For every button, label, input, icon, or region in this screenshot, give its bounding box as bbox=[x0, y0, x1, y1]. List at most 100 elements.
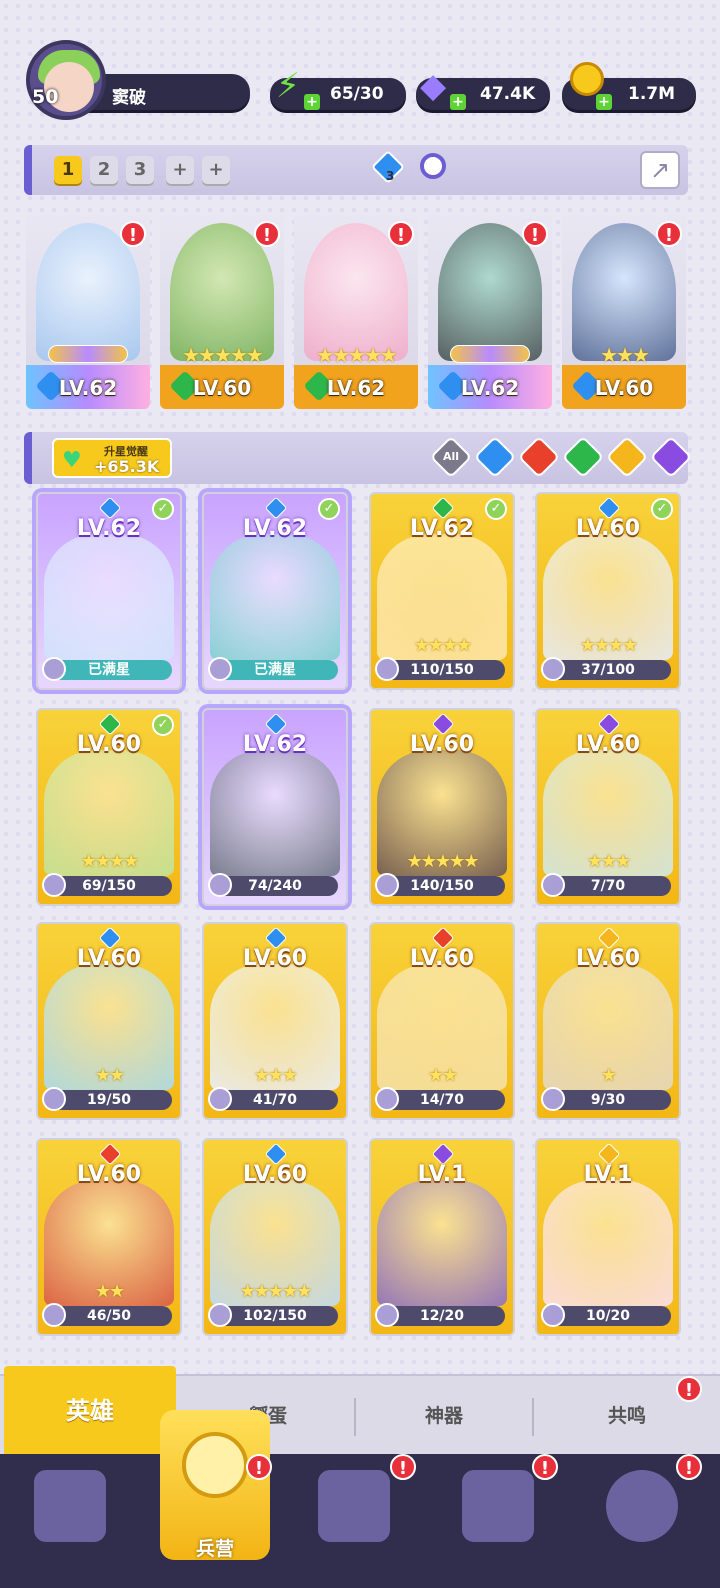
filter-water-icon[interactable] bbox=[473, 435, 517, 479]
team-slot-1[interactable]: 1 bbox=[54, 156, 82, 184]
hero-level: LV.60 bbox=[575, 732, 641, 757]
hero-card[interactable]: ✓ LV.62 已满星 bbox=[202, 492, 348, 690]
star-awaken-value: +65.3K bbox=[94, 457, 160, 476]
team-card[interactable]: ★★★★★ LV.60 ! bbox=[160, 213, 284, 409]
hero-stars: ★ bbox=[600, 1065, 617, 1086]
hero-card[interactable]: LV.1 12/20 bbox=[369, 1138, 515, 1336]
star-awaken-button[interactable]: ♥ 升星觉醒 +65.3K bbox=[52, 438, 172, 478]
awaken-wings-icon bbox=[48, 345, 128, 363]
hero-card[interactable]: LV.62 74/240 bbox=[202, 708, 348, 906]
hero-card[interactable]: LV.60 ★★★ 41/70 bbox=[202, 922, 348, 1120]
alert-icon: ! bbox=[532, 1454, 558, 1480]
hero-stars: ★★★ bbox=[253, 1065, 298, 1086]
energy-plus-icon[interactable]: + bbox=[304, 94, 320, 110]
hero-card[interactable]: LV.60 ★★ 14/70 bbox=[369, 922, 515, 1120]
hero-card[interactable]: ✓ LV.60 ★★★★ 37/100 bbox=[535, 492, 681, 690]
player-avatar[interactable] bbox=[26, 40, 106, 120]
team-card[interactable]: ★★★★★ LV.62 ! bbox=[294, 213, 418, 409]
star-progress-text: 12/20 bbox=[419, 1308, 465, 1324]
hero-stars: ★★ bbox=[427, 1065, 458, 1086]
team-element-count: 3 bbox=[386, 169, 395, 183]
hero-card[interactable]: LV.60 ★ 9/30 bbox=[535, 922, 681, 1120]
team-slot-add-1[interactable]: + bbox=[166, 156, 194, 184]
gems-plus-icon[interactable]: + bbox=[450, 94, 466, 110]
shard-icon bbox=[375, 1087, 399, 1111]
team-hero-level: LV.60 bbox=[192, 376, 252, 400]
nav-cards-icon[interactable] bbox=[34, 1470, 106, 1542]
shard-icon bbox=[541, 1087, 565, 1111]
star-progress-text: 19/50 bbox=[86, 1092, 132, 1108]
shard-icon bbox=[42, 657, 66, 681]
star-progress-bar: 7/70 bbox=[541, 873, 671, 897]
shard-icon bbox=[375, 1303, 399, 1327]
alert-icon: ! bbox=[522, 221, 548, 247]
star-progress-text: 41/70 bbox=[252, 1092, 298, 1108]
hero-level: LV.60 bbox=[575, 516, 641, 541]
alert-icon: ! bbox=[656, 221, 682, 247]
team-hero-level: LV.60 bbox=[594, 376, 654, 400]
hero-card[interactable]: LV.60 ★★ 19/50 bbox=[36, 922, 182, 1120]
gold-plus-icon[interactable]: + bbox=[596, 94, 612, 110]
star-progress-text: 110/150 bbox=[410, 662, 474, 678]
team-card[interactable]: ★★★ LV.60 ! bbox=[562, 213, 686, 409]
nav-map-icon[interactable] bbox=[318, 1470, 390, 1542]
star-progress-text: 69/150 bbox=[82, 878, 136, 894]
hero-card[interactable]: LV.60 ★★★ 7/70 bbox=[535, 708, 681, 906]
team-slot-2[interactable]: 2 bbox=[90, 156, 118, 184]
nav-guild-icon[interactable] bbox=[606, 1470, 678, 1542]
star-progress-bar: 110/150 bbox=[375, 657, 505, 681]
team-slot-add-2[interactable]: + bbox=[202, 156, 230, 184]
hero-level: LV.60 bbox=[242, 1162, 308, 1187]
star-progress-text: 140/150 bbox=[410, 878, 474, 894]
team-card[interactable]: LV.62 ! bbox=[26, 213, 150, 409]
nav-shrine-icon[interactable] bbox=[462, 1470, 534, 1542]
hero-card[interactable]: LV.60 ★★★★★ 140/150 bbox=[369, 708, 515, 906]
hero-level: LV.62 bbox=[409, 516, 475, 541]
hero-stars: ★★ bbox=[94, 1065, 125, 1086]
hero-level: LV.60 bbox=[76, 732, 142, 757]
hero-card[interactable]: ✓ LV.62 ★★★★ 110/150 bbox=[369, 492, 515, 690]
hero-portrait bbox=[210, 534, 340, 660]
team-hero-stars: ★★★★★ bbox=[182, 343, 264, 367]
hero-card[interactable]: LV.60 ★★ 46/50 bbox=[36, 1138, 182, 1336]
hero-level: LV.60 bbox=[242, 946, 308, 971]
player-name: 窦破 bbox=[112, 88, 146, 108]
star-progress-text: 已满星 bbox=[254, 662, 296, 678]
filter-light-icon[interactable] bbox=[605, 435, 649, 479]
hero-card[interactable]: ✓ LV.60 ★★★★ 69/150 bbox=[36, 708, 182, 906]
hero-portrait bbox=[44, 534, 174, 660]
awaken-wings-icon bbox=[450, 345, 530, 363]
barracks-icon bbox=[182, 1432, 248, 1498]
hero-level: LV.62 bbox=[76, 516, 142, 541]
team-card[interactable]: LV.62 ! bbox=[428, 213, 552, 409]
alert-icon: ! bbox=[676, 1376, 702, 1402]
hero-stars: ★★★★ bbox=[579, 635, 639, 656]
gold-coin-icon bbox=[570, 62, 604, 96]
search-icon[interactable] bbox=[420, 153, 446, 179]
filter-dark-icon[interactable] bbox=[649, 435, 693, 479]
team-hero-stars: ★★★ bbox=[600, 343, 650, 367]
star-progress-text: 10/20 bbox=[585, 1308, 631, 1324]
alert-icon: ! bbox=[390, 1454, 416, 1480]
nav-barracks-label: 兵营 bbox=[195, 1538, 234, 1560]
team-slot-3[interactable]: 3 bbox=[126, 156, 154, 184]
star-progress-bar: 46/50 bbox=[42, 1303, 172, 1327]
filter-fire-icon[interactable] bbox=[517, 435, 561, 479]
star-progress-bar: 19/50 bbox=[42, 1087, 172, 1111]
tab-artifact[interactable]: 神器 bbox=[356, 1376, 532, 1456]
hero-stars: ★★★★ bbox=[413, 635, 473, 656]
tab-heroes[interactable]: 英雄 bbox=[4, 1366, 176, 1456]
filter-grass-icon[interactable] bbox=[561, 435, 605, 479]
star-progress-bar: 102/150 bbox=[208, 1303, 338, 1327]
hero-card[interactable]: ✓ LV.62 已满星 bbox=[36, 492, 182, 690]
star-progress-text: 37/100 bbox=[581, 662, 635, 678]
hero-card[interactable]: LV.1 10/20 bbox=[535, 1138, 681, 1336]
player-level: 50 bbox=[32, 86, 59, 108]
team-hero-level: LV.62 bbox=[58, 376, 118, 400]
gems-value: 47.4K bbox=[480, 84, 536, 104]
alert-icon: ! bbox=[676, 1454, 702, 1480]
hero-card[interactable]: LV.60 ★★★★★ 102/150 bbox=[202, 1138, 348, 1336]
team-hero-stars: ★★★★★ bbox=[316, 343, 398, 367]
share-icon[interactable]: ↗ bbox=[640, 151, 680, 189]
energy-bolt-icon: ⚡ bbox=[276, 66, 300, 106]
